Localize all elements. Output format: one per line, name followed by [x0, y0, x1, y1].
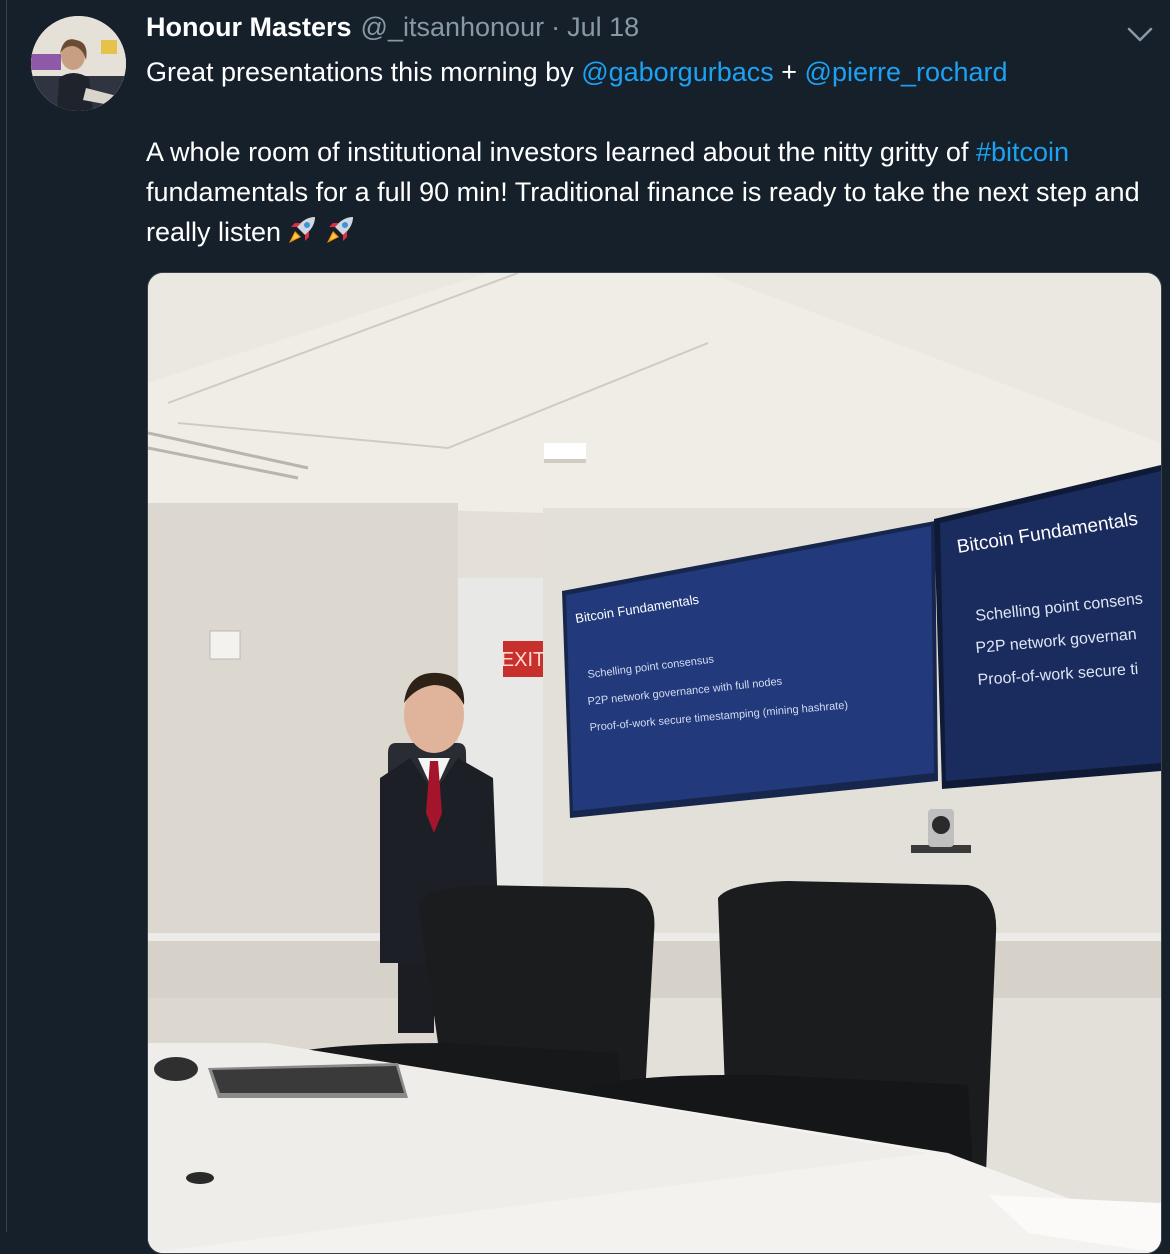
separator-dot: ·: [551, 12, 561, 42]
tweet-body: Great presentations this morning by @gab…: [146, 52, 1156, 252]
rocket-icon: [289, 217, 316, 243]
mention-link-1[interactable]: @gaborgurbacs: [581, 57, 774, 87]
author-handle[interactable]: @_itsanhonour: [361, 12, 545, 43]
exit-sign: EXIT: [501, 649, 545, 671]
tweet-photo[interactable]: EXIT Bitcoin Fundamentals Schelling poin…: [147, 272, 1162, 1254]
author-name[interactable]: Honour Masters: [146, 12, 352, 43]
tweet-header: Honour Masters @_itsanhonour · Jul 18: [146, 12, 639, 48]
tweet-paragraph-1: Great presentations this morning by @gab…: [146, 52, 1156, 92]
tweet-paragraph-2: A whole room of institutional investors …: [146, 132, 1156, 252]
avatar[interactable]: [31, 16, 126, 111]
hashtag-link[interactable]: #bitcoin: [976, 137, 1069, 167]
timeline-divider: [6, 0, 7, 1232]
avatar-image: [31, 16, 126, 111]
chevron-down-icon[interactable]: [1124, 22, 1156, 46]
tweet-text-segment: Great presentations this morning by: [146, 57, 582, 87]
tweet-date[interactable]: Jul 18: [567, 12, 639, 43]
tweet-text-segment: +: [773, 57, 805, 87]
tweet-text-segment: A whole room of institutional investors …: [146, 137, 976, 167]
rocket-icon: [327, 217, 354, 243]
conference-room-photo: EXIT Bitcoin Fundamentals Schelling poin…: [148, 273, 1161, 1253]
mention-link-2[interactable]: @pierre_rochard: [805, 57, 1008, 87]
